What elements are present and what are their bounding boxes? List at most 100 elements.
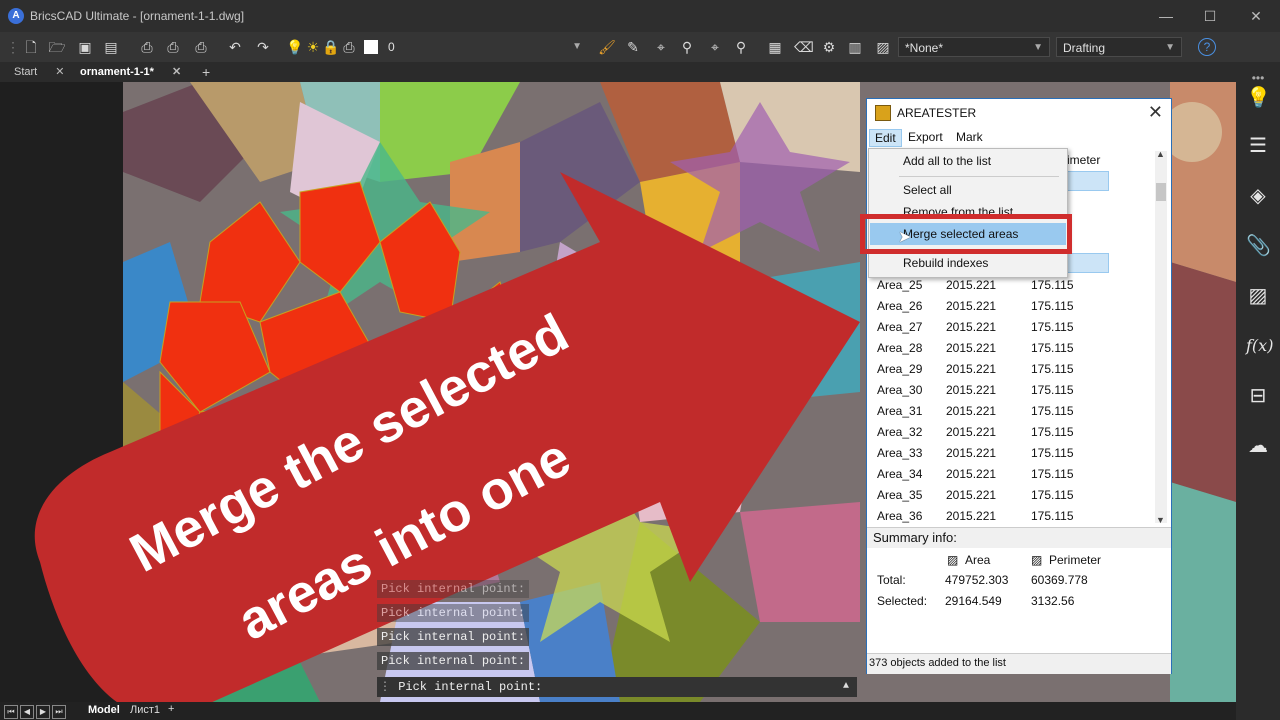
window-title: BricsCAD Ultimate - [ornament-1-1.dwg] <box>30 9 245 23</box>
style-combo[interactable]: *None* ▼ <box>898 37 1050 57</box>
row-area: 2015.221 <box>946 362 997 376</box>
plot-preview-icon[interactable]: ⎙ <box>138 38 156 56</box>
layer-off-icon[interactable]: ⌖ <box>706 38 724 56</box>
table-row[interactable]: Area_31 2015.221 175.115 <box>877 401 1157 422</box>
maximize-icon[interactable]: ☐ <box>1200 6 1220 26</box>
batch-plot-icon[interactable]: ⎙ <box>192 38 210 56</box>
add-tab-button[interactable]: + <box>202 62 210 82</box>
table-row[interactable]: Area_25 2015.221 175.115 <box>877 275 1157 296</box>
cloud-icon[interactable]: ☁ <box>1246 434 1270 458</box>
summary-col-perimeter: Perimeter <box>1049 553 1102 567</box>
structure-tree-icon[interactable]: ⊟ <box>1246 384 1270 408</box>
tab-ornament[interactable]: ornament-1-1* ✕ <box>80 62 181 82</box>
close-icon[interactable]: ✕ <box>172 66 181 78</box>
row-perimeter: 175.115 <box>1031 488 1074 502</box>
command-line[interactable]: ⋮ Pick internal point: ▲ <box>377 677 857 697</box>
new-file-icon[interactable]: 🗋 <box>22 38 40 56</box>
eraser-icon[interactable]: ⌫ <box>794 38 814 56</box>
scrollbar-thumb[interactable] <box>1156 183 1166 201</box>
grip-icon: ⋮ <box>6 39 20 55</box>
row-perimeter: 175.115 <box>1031 362 1074 376</box>
table-row[interactable]: Area_30 2015.221 175.115 <box>877 380 1157 401</box>
layer-on-icon[interactable]: 💡 <box>286 38 304 56</box>
pick-tool-icon[interactable]: ✎ <box>624 38 642 56</box>
layer-combo[interactable]: 0 ▼ <box>382 37 588 57</box>
menu-edit[interactable]: Edit <box>869 129 902 147</box>
list-scrollbar[interactable]: ▲ ▼ <box>1155 149 1167 525</box>
table-row[interactable]: Area_29 2015.221 175.115 <box>877 359 1157 380</box>
scroll-up-icon[interactable]: ▲ <box>1156 149 1165 159</box>
scroll-down-icon[interactable]: ▼ <box>1156 515 1165 525</box>
properties-sliders-icon[interactable]: ☰ <box>1246 134 1270 158</box>
table-row[interactable]: Area_27 2015.221 175.115 <box>877 317 1157 338</box>
close-window-icon[interactable]: ✕ <box>1246 6 1266 26</box>
layer-thaw-icon[interactable]: ☀ <box>304 38 322 56</box>
image-icon[interactable]: ▨ <box>874 38 892 56</box>
tab-model[interactable]: Model <box>88 704 120 716</box>
row-area: 2015.221 <box>946 509 997 523</box>
menu-export[interactable]: Export <box>903 129 948 145</box>
next-layout-icon[interactable]: ▶ <box>36 705 50 719</box>
row-area: 2015.221 <box>946 341 997 355</box>
parameters-fx-icon[interactable]: f(x) <box>1246 334 1273 358</box>
close-icon[interactable]: ✕ <box>1148 102 1163 123</box>
layer-isolate-icon[interactable]: ⚲ <box>678 38 696 56</box>
layer-color-swatch[interactable] <box>364 40 378 54</box>
save-icon[interactable]: ▣ <box>76 38 94 56</box>
layer-print-icon[interactable]: ⎙ <box>340 38 358 56</box>
menu-mark[interactable]: Mark <box>951 129 988 145</box>
prev-layout-icon[interactable]: ◀ <box>20 705 34 719</box>
command-history-toggle-icon[interactable]: ▲ <box>843 677 849 697</box>
table-row[interactable]: Area_35 2015.221 175.115 <box>877 485 1157 506</box>
selected-label: Selected: <box>877 594 928 608</box>
perimeter-hatch-icon: ▨ <box>1031 553 1043 567</box>
layer-previous-icon[interactable]: ⚲ <box>732 38 750 56</box>
last-layout-icon[interactable]: ⏭ <box>52 705 66 719</box>
minimize-icon[interactable]: — <box>1156 6 1176 26</box>
workspace-combo[interactable]: Drafting ▼ <box>1056 37 1182 57</box>
table-row[interactable]: Area_28 2015.221 175.115 <box>877 338 1157 359</box>
undo-icon[interactable]: ↶ <box>226 38 244 56</box>
hatch-icon[interactable]: ▨ <box>1246 284 1270 308</box>
command-history-line: Pick internal point: <box>377 628 530 646</box>
select-filter-icon[interactable]: ⌖ <box>652 38 670 56</box>
right-panel-bar: ••• 💡 ☰ ◈ 📎 ▨ f(x) ⊟ ☁ <box>1236 62 1280 720</box>
print-icon[interactable]: ⎙ <box>164 38 182 56</box>
row-name: Area_30 <box>877 383 923 397</box>
table-row[interactable]: Area_33 2015.221 175.115 <box>877 443 1157 464</box>
attachments-clip-icon[interactable]: 📎 <box>1246 234 1271 258</box>
settings-gear-icon[interactable]: ⚙ <box>820 38 838 56</box>
match-properties-icon[interactable]: 🖌 <box>598 38 616 56</box>
row-area: 2015.221 <box>946 320 997 334</box>
menu-item-select-all[interactable]: Select all <box>870 179 1066 201</box>
tab-label: Start <box>14 66 38 78</box>
add-layout-button[interactable]: + <box>168 703 174 715</box>
menu-separator <box>899 176 1059 177</box>
properties-icon[interactable]: ▦ <box>766 38 784 56</box>
table-row[interactable]: Area_32 2015.221 175.115 <box>877 422 1157 443</box>
table-row[interactable]: Area_26 2015.221 175.115 <box>877 296 1157 317</box>
layers-icon[interactable]: ◈ <box>1246 184 1270 208</box>
menu-item-add-all[interactable]: Add all to the list <box>870 150 1066 172</box>
command-prompt: Pick internal point: <box>398 680 543 694</box>
menu-item-rebuild-indexes[interactable]: Rebuild indexes <box>870 252 1066 274</box>
column-header-perimeter[interactable]: imeter <box>1067 153 1100 167</box>
tab-layout-1[interactable]: Лист1 <box>130 704 160 716</box>
style-value: *None* <box>905 41 944 55</box>
first-layout-icon[interactable]: ⏮ <box>4 705 18 719</box>
table-row[interactable]: Area_36 2015.221 175.115 <box>877 506 1157 527</box>
tab-start[interactable]: Start ✕ <box>14 62 64 82</box>
summary-label: Summary info: <box>873 530 957 545</box>
row-perimeter: 175.115 <box>1031 404 1074 418</box>
open-file-icon[interactable]: 🗁 <box>48 38 66 56</box>
layer-lock-icon[interactable]: 🔒 <box>322 38 340 56</box>
dialog-title-bar[interactable]: AREATESTER ✕ <box>867 99 1171 127</box>
calculator-icon[interactable]: ▥ <box>846 38 864 56</box>
save-as-icon[interactable]: ▤ <box>102 38 120 56</box>
table-row[interactable]: Area_34 2015.221 175.115 <box>877 464 1157 485</box>
redo-icon[interactable]: ↷ <box>254 38 272 56</box>
tips-lightbulb-icon[interactable]: 💡 <box>1246 86 1271 110</box>
row-area: 2015.221 <box>946 383 997 397</box>
help-icon[interactable]: ? <box>1198 38 1216 56</box>
close-icon[interactable]: ✕ <box>55 66 64 78</box>
